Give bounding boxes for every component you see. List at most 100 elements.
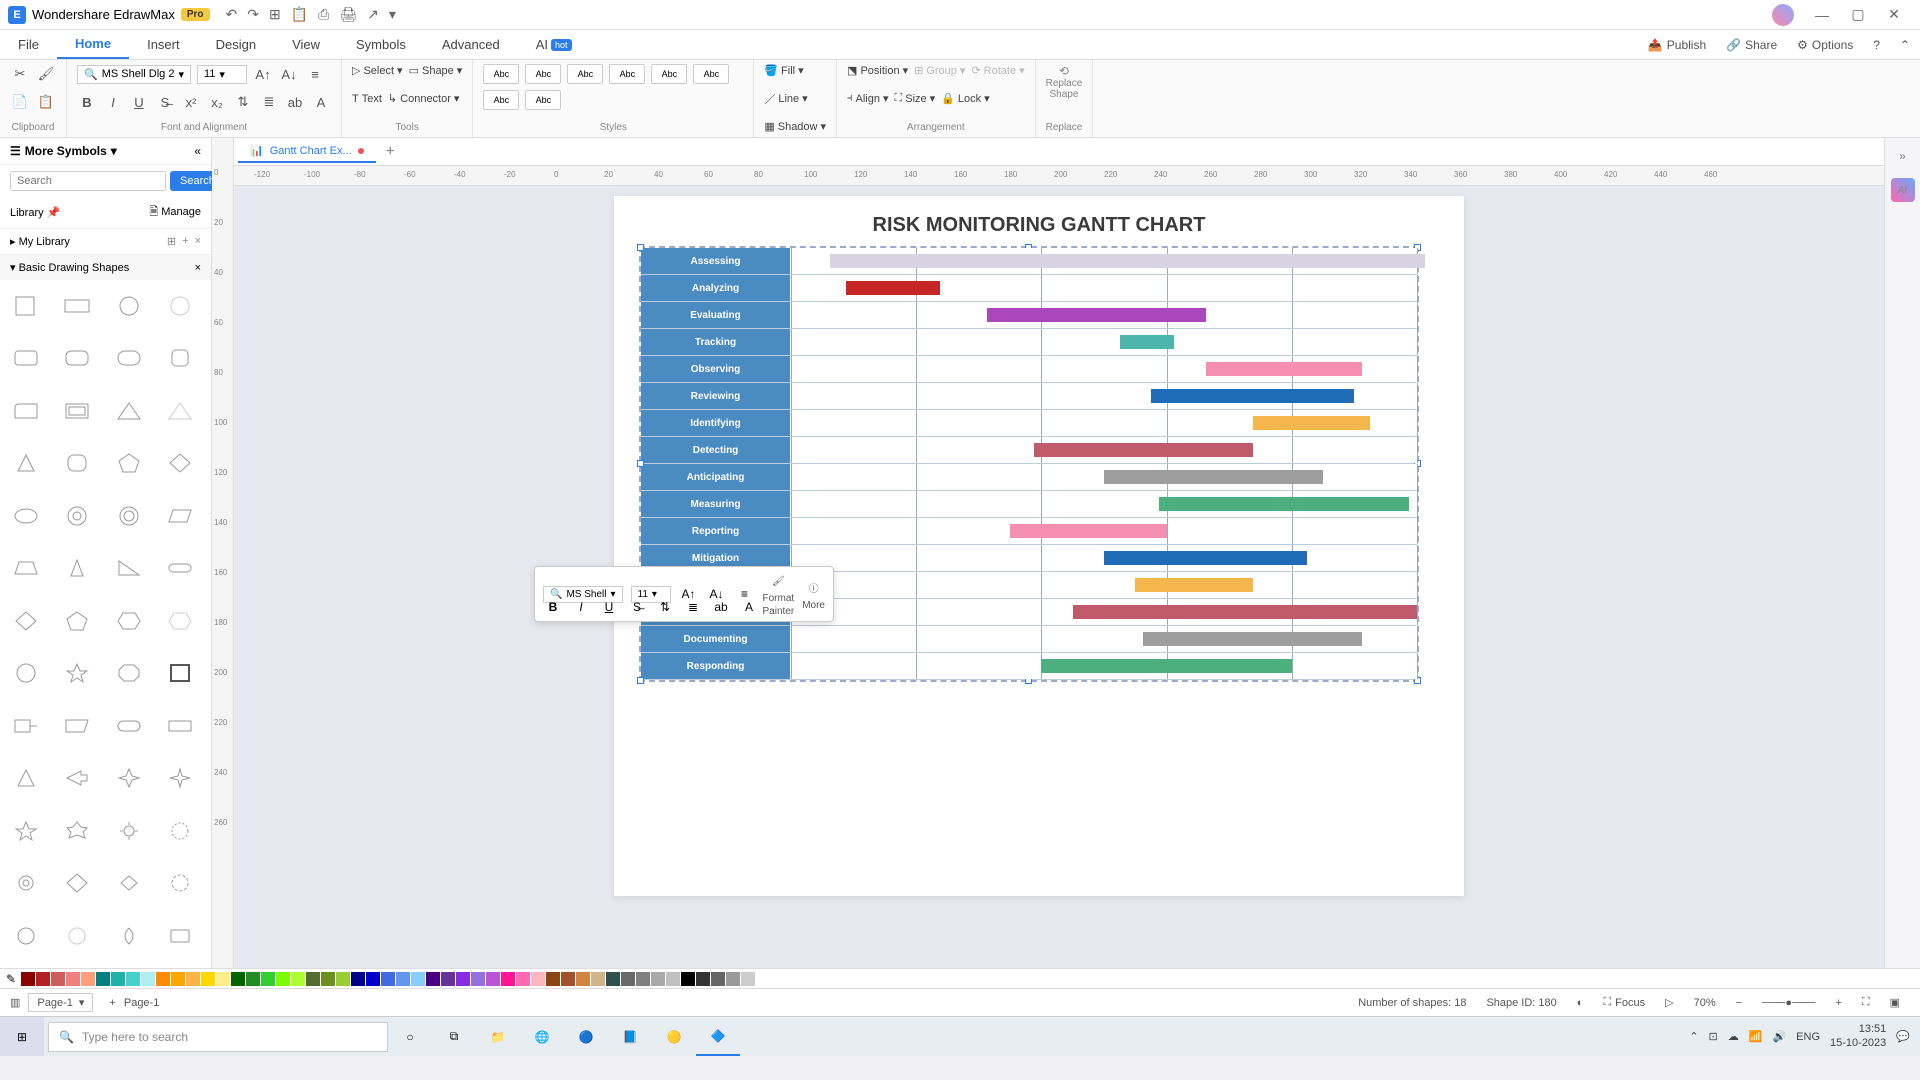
menu-home[interactable]: Home — [57, 30, 129, 59]
library-label[interactable]: Library 📌 — [10, 206, 60, 219]
gantt-row[interactable]: Documenting — [641, 626, 1417, 653]
gantt-row[interactable]: Detecting — [641, 437, 1417, 464]
shape-gear[interactable] — [8, 865, 44, 901]
tray-chevron-icon[interactable]: ⌃ — [1689, 1030, 1698, 1043]
manage-button[interactable]: 🗎 Manage — [149, 203, 201, 222]
shape-sun[interactable] — [111, 813, 147, 849]
color-swatch[interactable] — [66, 972, 80, 986]
menu-file[interactable]: File — [0, 30, 57, 59]
gantt-bar[interactable] — [830, 254, 1143, 268]
gantt-bar[interactable] — [1253, 416, 1370, 430]
color-swatch[interactable] — [546, 972, 560, 986]
shape-tri3[interactable] — [8, 760, 44, 796]
color-swatch[interactable] — [666, 972, 680, 986]
gantt-bar[interactable] — [987, 308, 1206, 322]
selection-handle[interactable] — [637, 244, 644, 251]
task-chrome-icon[interactable]: 🔵 — [564, 1017, 608, 1056]
floating-toolbar[interactable]: 🔍 MS Shell ▾ 11 ▾ A↑ A↓ ≡ 🖌 FormatPainte… — [534, 566, 834, 622]
gantt-bar[interactable] — [846, 281, 940, 295]
my-library[interactable]: ▸ My Library — [10, 235, 70, 248]
tray-meet-icon[interactable]: ⊡ — [1709, 1030, 1718, 1043]
lib-add-icon[interactable]: + — [182, 235, 188, 248]
color-swatch[interactable] — [636, 972, 650, 986]
gantt-bar[interactable] — [1104, 470, 1323, 484]
fontcolor-icon[interactable]: A — [311, 92, 331, 112]
export-icon[interactable]: ↗ — [367, 6, 379, 23]
font-size-select[interactable]: 11 ▾ — [197, 65, 247, 84]
connector-tool[interactable]: ↳ Connector ▾ — [388, 92, 460, 105]
shape-tri-narrow[interactable] — [59, 550, 95, 586]
shape-right-tri[interactable] — [111, 550, 147, 586]
lib-expand-icon[interactable]: ⊞ — [167, 235, 176, 248]
color-swatch[interactable] — [336, 972, 350, 986]
tray-wifi-icon[interactable]: 📶 — [1749, 1030, 1763, 1043]
superscript-icon[interactable]: x² — [181, 92, 201, 112]
color-swatch[interactable] — [141, 972, 155, 986]
style-preset[interactable]: Abc — [609, 64, 645, 84]
float-format-painter[interactable]: 🖌 FormatPainter — [763, 571, 795, 617]
gantt-bar[interactable] — [1143, 632, 1362, 646]
shape-hexagon2[interactable] — [162, 603, 198, 639]
page-selector[interactable]: Page-1 ▾ — [28, 993, 93, 1012]
gantt-bar[interactable] — [1135, 578, 1252, 592]
shape-gear2[interactable] — [162, 865, 198, 901]
lib-close-icon[interactable]: × — [195, 235, 201, 248]
newpage-icon[interactable]: ⊞ — [269, 6, 281, 23]
document-tab[interactable]: 📊 Gantt Chart Ex... — [238, 140, 376, 163]
replace-shape-icon[interactable]: ⟲ — [1046, 64, 1083, 78]
tray-lang[interactable]: ENG — [1796, 1031, 1820, 1043]
bullets-icon[interactable]: ≣ — [259, 92, 279, 112]
shape-circle[interactable] — [111, 288, 147, 324]
shape-square[interactable] — [8, 288, 44, 324]
float-strike-icon[interactable]: S̶ — [627, 597, 647, 617]
style-preset[interactable]: Abc — [567, 64, 603, 84]
help-icon[interactable]: ? — [1863, 38, 1890, 52]
collapse-left-icon[interactable]: « — [194, 144, 201, 158]
rotate-button[interactable]: ⟳ Rotate▾ — [971, 64, 1024, 77]
task-edrawmax-icon[interactable]: 🔷 — [696, 1017, 740, 1056]
position-button[interactable]: ⬔ Position▾ — [847, 64, 908, 77]
shape-star-out[interactable] — [8, 813, 44, 849]
color-swatch[interactable] — [291, 972, 305, 986]
color-swatch[interactable] — [456, 972, 470, 986]
color-swatch[interactable] — [51, 972, 65, 986]
shape-star4[interactable] — [111, 760, 147, 796]
float-more[interactable]: ⓘ More — [802, 578, 825, 611]
strike-icon[interactable]: S̶ — [155, 92, 175, 112]
shape-tool[interactable]: ▭ Shape ▾ — [409, 64, 463, 77]
color-swatch[interactable] — [351, 972, 365, 986]
tray-cloud-icon[interactable]: ☁ — [1728, 1030, 1739, 1043]
paste-icon[interactable]: 📋 — [291, 6, 308, 23]
shape-star5[interactable] — [59, 655, 95, 691]
shape-parallelogram[interactable] — [162, 498, 198, 534]
add-tab-button[interactable]: + — [386, 143, 395, 161]
style-preset[interactable]: Abc — [525, 90, 561, 110]
color-swatch[interactable] — [576, 972, 590, 986]
symbol-search-input[interactable] — [10, 171, 166, 191]
page-tab[interactable]: Page-1 — [124, 997, 159, 1009]
task-explorer-icon[interactable]: 📁 — [476, 1017, 520, 1056]
float-bold-icon[interactable]: B — [543, 597, 563, 617]
color-swatch[interactable] — [441, 972, 455, 986]
shape-target[interactable] — [111, 498, 147, 534]
shape-hexagon[interactable] — [111, 603, 147, 639]
drawing-page[interactable]: RISK MONITORING GANTT CHART AssessingAna… — [614, 196, 1464, 896]
text-tool[interactable]: T Text — [352, 93, 382, 105]
gantt-bar[interactable] — [1151, 389, 1354, 403]
color-swatch[interactable] — [36, 972, 50, 986]
gantt-bar[interactable] — [1041, 659, 1291, 673]
color-swatch[interactable] — [621, 972, 635, 986]
gantt-row[interactable]: Identifying — [641, 410, 1417, 437]
shape-triangle[interactable] — [111, 393, 147, 429]
section-close-icon[interactable]: × — [195, 262, 201, 274]
shape-octagon[interactable] — [111, 655, 147, 691]
presentation-icon[interactable]: ▷ — [1665, 996, 1673, 1009]
shape-pentagon2[interactable] — [59, 603, 95, 639]
task-view-icon[interactable]: ⧉ — [432, 1017, 476, 1056]
color-swatch[interactable] — [321, 972, 335, 986]
menu-advanced[interactable]: Advanced — [424, 30, 518, 59]
shape-donut[interactable] — [59, 498, 95, 534]
lock-button[interactable]: 🔒 Lock▾ — [941, 92, 989, 105]
canvas[interactable]: RISK MONITORING GANTT CHART AssessingAna… — [234, 186, 1884, 968]
menu-symbols[interactable]: Symbols — [338, 30, 424, 59]
